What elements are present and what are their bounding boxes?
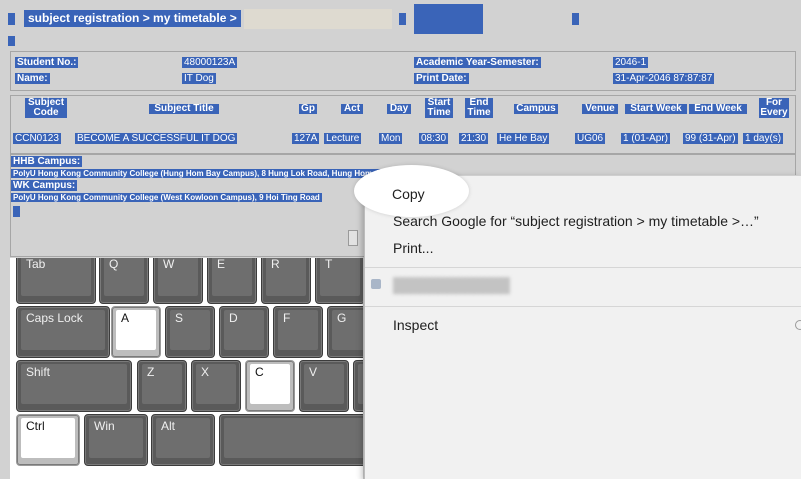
menu-item-print[interactable]: Print... [393,240,433,256]
col-header-gp: Gp [299,104,317,114]
col-header-end: End Time [465,98,493,118]
menu-separator [365,267,801,268]
col-header-day: Day [387,104,411,114]
key-z[interactable]: Z [137,360,187,412]
cell-venue: UG06 [575,133,606,144]
key-tab[interactable]: Tab [16,258,96,304]
col-header-venue: Venue [582,104,618,114]
print-date-value: 31-Apr-2046 87:87:87 [613,73,715,84]
header-spacer [244,9,392,29]
cell-start: 08:30 [419,133,449,144]
key-win[interactable]: Win [84,414,148,466]
cell-day: Mon [379,133,403,144]
key-a[interactable]: A [111,306,161,358]
wk-campus-address: PolyU Hong Kong Community College (West … [11,193,322,202]
breadcrumb[interactable]: subject registration > my timetable > [24,10,241,27]
key-shift[interactable]: Shift [16,360,132,412]
hhb-campus-label: HHB Campus: [11,156,83,167]
cell-gp: 127A [292,133,320,144]
col-header-start: Start Time [425,98,453,118]
student-no-label: Student No.: [15,57,79,68]
year-semester-value: 2046-1 [613,57,649,68]
menu-item-search-google[interactable]: Search Google for “subject registration … [393,213,759,229]
student-info-box: Student No.: 48000123A Name: IT Dog Acad… [10,51,796,91]
line-marker [8,36,15,46]
col-header-start-week: Start Week [625,104,687,114]
key-alt[interactable]: Alt [151,414,215,466]
key-q[interactable]: Q [99,258,149,304]
key-c[interactable]: C [245,360,295,412]
col-header-code: Subject Code [25,98,67,118]
key-s[interactable]: S [165,306,215,358]
selection-marker [13,206,20,217]
name-value: IT Dog [182,73,216,84]
key-b[interactable]: B [353,360,363,412]
on-screen-keyboard: Tab Q W E R T Caps Lock A S D F G Shift … [10,258,363,479]
key-t[interactable]: T [315,258,363,304]
key-space[interactable] [219,414,363,466]
cell-title: BECOME A SUCCESSFUL IT DOG [75,133,238,144]
menu-item-copy[interactable]: Copy [392,186,425,202]
key-v[interactable]: V [299,360,349,412]
wk-campus-label: WK Campus: [11,180,78,191]
header-button[interactable] [414,4,483,34]
col-header-campus: Campus [514,104,558,114]
cell-campus: He He Bay [497,133,550,144]
cell-for-every: 1 day(s) [743,133,784,144]
year-semester-label: Academic Year-Semester: [414,57,541,68]
col-header-end-week: End Week [689,104,747,114]
print-date-label: Print Date: [414,73,469,84]
menu-item-extension[interactable]: █████████████ [393,277,510,293]
cell-end-week: 99 (31-Apr) [683,133,738,144]
cell-act: Lecture [324,133,362,144]
key-g[interactable]: G [327,306,363,358]
key-ctrl[interactable]: Ctrl [16,414,80,466]
col-header-title: Subject Title [149,104,219,114]
cell-end: 21:30 [459,133,489,144]
context-menu: Search Google for “subject registration … [364,175,801,479]
key-caps-lock[interactable]: Caps Lock [16,306,110,358]
key-r[interactable]: R [261,258,311,304]
key-f[interactable]: F [273,306,323,358]
key-x[interactable]: X [191,360,241,412]
key-d[interactable]: D [219,306,269,358]
header-marker-mid [399,13,406,25]
key-w[interactable]: W [153,258,203,304]
col-header-act: Act [341,104,363,114]
extension-icon [371,279,381,289]
col-header-for-every: For Every [759,97,789,118]
cell-start-week: 1 (01-Apr) [621,133,671,144]
cell-code: CCN0123 [13,133,61,144]
hhb-campus-address: PolyU Hong Kong Community College (Hung … [11,169,413,178]
menu-separator [365,306,801,307]
header-marker-right [572,13,579,25]
timetable-box: Subject Code Subject Title Gp Act Day St… [10,95,796,155]
partial-button[interactable] [348,230,358,246]
student-no-value: 48000123A [182,57,238,68]
menu-item-inspect[interactable]: Inspect [393,317,438,333]
name-label: Name: [15,73,50,84]
key-e[interactable]: E [207,258,257,304]
header-marker-left [8,13,15,25]
menu-scroll-indicator [795,320,801,330]
